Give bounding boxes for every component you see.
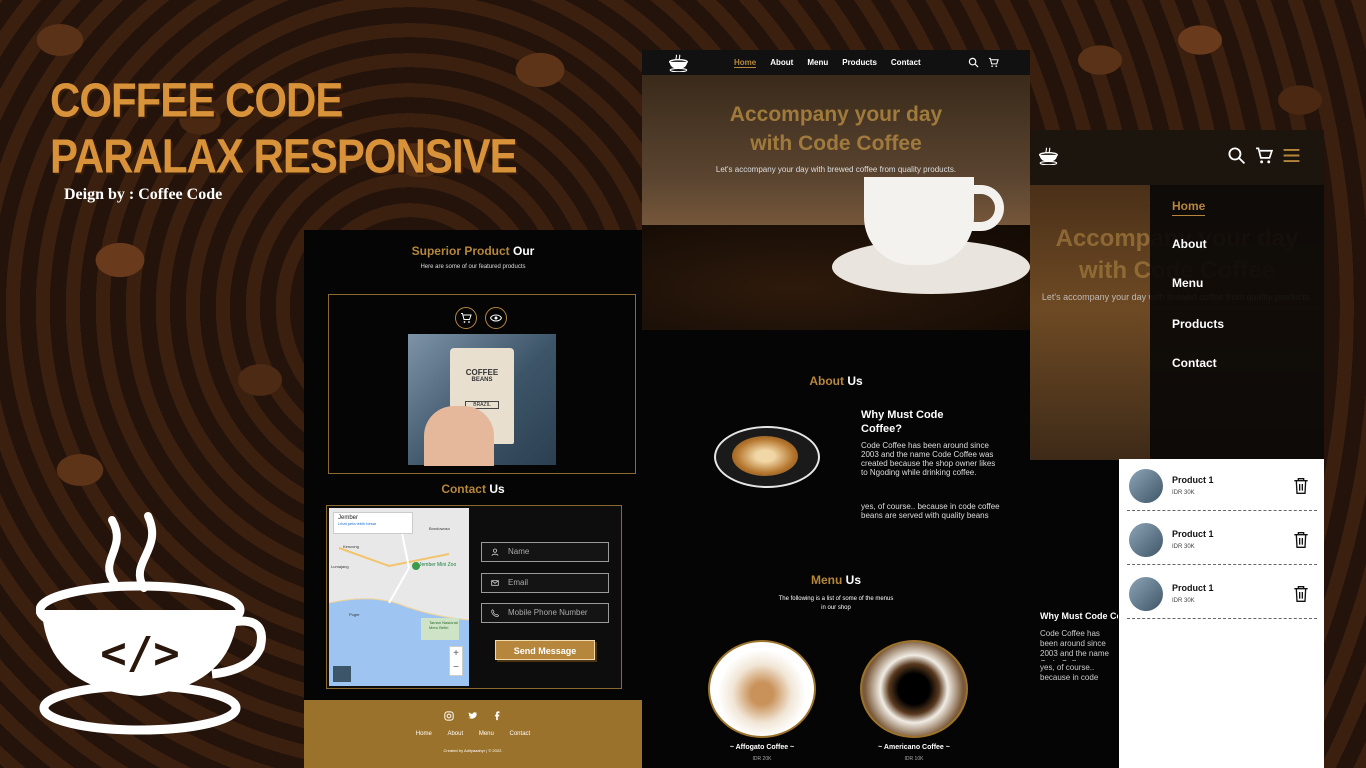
nav-link-products[interactable]: Products xyxy=(842,58,877,67)
mobile-about-paragraph-1: Code Coffee has been around since 2003 a… xyxy=(1040,629,1109,661)
view-product-button[interactable] xyxy=(485,307,507,329)
send-message-button[interactable]: Send Message xyxy=(495,640,595,660)
email-field[interactable]: Email xyxy=(481,573,609,593)
cart-item-price: IDR 30K xyxy=(1172,490,1195,496)
about-image xyxy=(712,410,824,502)
desktop-site-panel: Home About Menu Products Contact Accompa… xyxy=(642,50,1030,768)
nav-link-about[interactable]: About xyxy=(770,58,793,67)
drawer-link-menu[interactable]: Menu xyxy=(1172,276,1203,290)
product-image: COFFEE BEANS BRAZIL xyxy=(408,334,556,466)
menu-item-name: ~ Americano Coffee ~ xyxy=(878,744,950,751)
coffee-cup-code-icon: </> xyxy=(36,512,266,735)
user-icon xyxy=(491,548,499,556)
cart-item-price: IDR 30K xyxy=(1172,544,1195,550)
menu-item-image xyxy=(860,640,968,738)
about-heading: Why Must Code Coffee? xyxy=(861,409,944,435)
facebook-icon[interactable] xyxy=(492,711,502,721)
menu-item-name: ~ Affogato Coffee ~ xyxy=(729,744,795,751)
cart-item-price: IDR 30K xyxy=(1172,598,1195,604)
cart-item: Product 1 IDR 30K xyxy=(1127,515,1317,565)
cart-item-name: Product 1 xyxy=(1172,475,1214,485)
site-logo-icon[interactable] xyxy=(668,54,690,72)
about-title: About Us xyxy=(809,374,863,388)
promo-credit: Deign by : Coffee Code xyxy=(64,186,223,203)
menu-title: Menu Us xyxy=(810,573,862,587)
contact-box: Jember Lihat peta lebih besar Jember Min… xyxy=(326,505,622,689)
cart-item-thumbnail xyxy=(1129,523,1163,557)
eye-icon xyxy=(490,314,502,322)
twitter-icon[interactable] xyxy=(468,711,478,721)
instagram-icon[interactable] xyxy=(444,711,454,721)
mobile-nav-drawer: Home About Menu Products Contact xyxy=(1150,185,1324,460)
nav-link-home[interactable]: Home xyxy=(734,58,757,68)
cart-item-thumbnail xyxy=(1129,469,1163,503)
search-icon[interactable] xyxy=(1227,146,1246,165)
nav-link-contact[interactable]: Contact xyxy=(891,58,921,67)
products-section-header: Superior Product Our Here are some of ou… xyxy=(304,244,642,270)
products-subtitle: Here are some of our featured products xyxy=(420,264,526,270)
map-zoom-control[interactable]: + − xyxy=(449,646,463,676)
footer-link-contact[interactable]: Contact xyxy=(510,731,531,737)
footer-link-home[interactable]: Home xyxy=(416,731,432,737)
site-logo-icon[interactable] xyxy=(1038,147,1060,165)
footer-link-menu[interactable]: Menu xyxy=(479,731,494,737)
drawer-link-about[interactable]: About xyxy=(1172,237,1207,251)
map-info-card: Jember Lihat peta lebih besar xyxy=(333,512,413,534)
promo-title-line1: COFFEE CODE xyxy=(50,72,343,127)
hero-tagline: Let's accompany your day with brewed cof… xyxy=(715,165,957,174)
mail-icon xyxy=(491,580,499,586)
menu-item-price: IDR 20K xyxy=(752,756,772,762)
menu-subtitle: The following is a list of some of the m… xyxy=(778,596,894,611)
drawer-link-home[interactable]: Home xyxy=(1172,199,1206,216)
nav-link-menu[interactable]: Menu xyxy=(807,58,828,67)
map-drawing xyxy=(329,508,469,686)
hand-shape xyxy=(424,406,494,466)
footer-nav: Home About Menu Contact xyxy=(304,731,642,737)
trash-icon[interactable] xyxy=(1293,477,1309,495)
contact-title: Contact Us xyxy=(441,482,505,496)
phone-field[interactable]: Mobile Phone Number xyxy=(481,603,609,623)
products-contact-panel: Superior Product Our Here are some of ou… xyxy=(304,230,642,768)
hero-section: Accompany your day with Code Coffee Let'… xyxy=(642,75,1030,330)
product-card: COFFEE BEANS BRAZIL xyxy=(328,294,636,474)
svg-text:</>: </> xyxy=(100,628,179,679)
cart-icon xyxy=(461,313,472,323)
about-paragraph-1: Code Coffee has been around since 2003 a… xyxy=(861,441,996,477)
hamburger-icon[interactable] xyxy=(1282,147,1301,164)
products-title: Superior Product Our xyxy=(411,244,535,258)
promo-title-block: COFFEE CODE PARALAX RESPONSIVE Deign by … xyxy=(50,68,518,204)
trash-icon[interactable] xyxy=(1293,585,1309,603)
trash-icon[interactable] xyxy=(1293,531,1309,549)
drawer-link-products[interactable]: Products xyxy=(1172,317,1224,331)
social-links xyxy=(304,711,642,721)
cart-item-name: Product 1 xyxy=(1172,529,1214,539)
search-icon[interactable] xyxy=(968,57,979,68)
drawer-link-contact[interactable]: Contact xyxy=(1172,356,1217,370)
larger-map-link[interactable]: Lihat peta lebih besar xyxy=(338,521,408,526)
cart-icon[interactable] xyxy=(988,57,999,68)
cart-item: Product 1 IDR 30K xyxy=(1127,569,1317,619)
about-paragraph-2: yes, of course.. because in code coffee … xyxy=(861,502,1000,520)
name-field[interactable]: Name xyxy=(481,542,609,562)
site-footer: Home About Menu Contact Created by Adity… xyxy=(304,700,642,768)
mobile-about-heading: Why Must Code Coffee? xyxy=(1040,611,1118,621)
coffee-cup xyxy=(864,177,974,265)
cart-item-name: Product 1 xyxy=(1172,583,1214,593)
footer-link-about[interactable]: About xyxy=(447,731,463,737)
promo-title-line2: PARALAX RESPONSIVE xyxy=(50,128,518,183)
cart-item: Product 1 IDR 30K xyxy=(1127,461,1317,511)
phone-icon xyxy=(491,609,499,617)
menu-item-image xyxy=(708,640,816,738)
embedded-map[interactable]: Jember Lihat peta lebih besar Jember Min… xyxy=(329,508,469,686)
top-navbar: Home About Menu Products Contact xyxy=(642,50,1030,75)
mobile-about-paragraph-2: yes, of course.. because in code coffee … xyxy=(1040,663,1099,682)
hero-heading: Accompany your day with Code Coffee xyxy=(729,103,943,155)
cart-icon[interactable] xyxy=(1254,146,1274,165)
mobile-navbar xyxy=(1030,130,1324,185)
footer-credit: Created by Adityaaahyr | © 2022. xyxy=(443,748,503,753)
menu-item-price: IDR 10K xyxy=(904,756,924,762)
cart-item-thumbnail xyxy=(1129,577,1163,611)
add-to-cart-button[interactable] xyxy=(455,307,477,329)
shopping-cart-sidebar: Product 1 IDR 30K Product 1 IDR 30K Prod… xyxy=(1119,459,1324,768)
